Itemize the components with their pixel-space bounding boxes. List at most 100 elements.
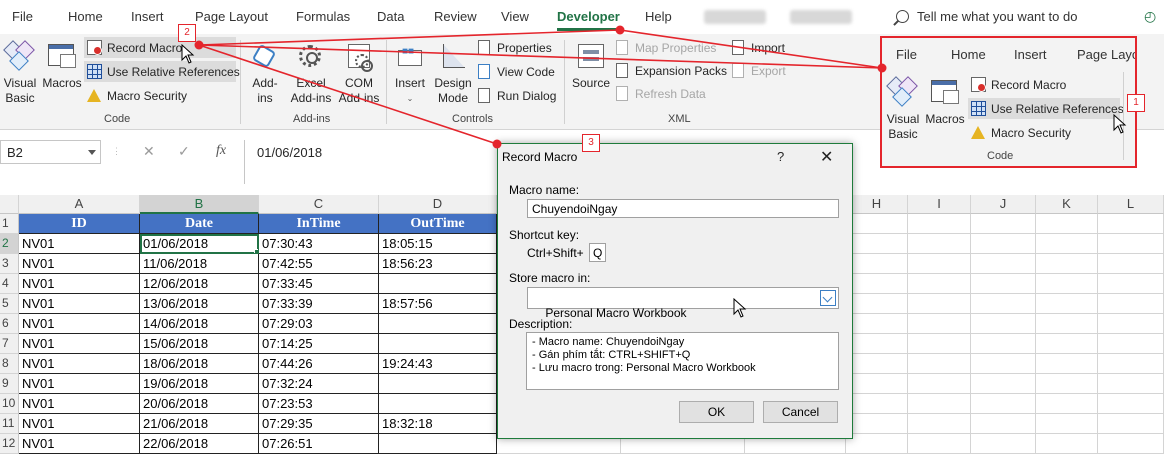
row-header[interactable]: 9	[0, 374, 19, 394]
table-cell[interactable]: NV01	[19, 334, 140, 354]
table-cell[interactable]: 18/06/2018	[140, 354, 259, 374]
table-cell[interactable]	[971, 314, 1036, 334]
table-cell[interactable]: 07:14:25	[259, 334, 379, 354]
table-cell[interactable]: 22/06/2018	[140, 434, 259, 454]
table-header-cell[interactable]: OutTime	[379, 214, 497, 234]
table-cell[interactable]: 15/06/2018	[140, 334, 259, 354]
table-cell[interactable]	[971, 374, 1036, 394]
row-header[interactable]: 1	[0, 214, 19, 234]
table-cell[interactable]	[971, 274, 1036, 294]
table-cell[interactable]: 07:33:39	[259, 294, 379, 314]
table-cell[interactable]	[1036, 354, 1098, 374]
table-cell[interactable]: NV01	[19, 234, 140, 254]
insert-function-icon[interactable]: fx	[216, 143, 226, 159]
tell-me-search[interactable]: Tell me what you want to do	[896, 9, 1077, 24]
table-cell[interactable]	[1098, 414, 1164, 434]
table-header-cell[interactable]: Date	[140, 214, 259, 234]
expansion-packs-button[interactable]: Expansion Packs	[612, 60, 731, 81]
table-cell[interactable]: 21/06/2018	[140, 414, 259, 434]
table-cell[interactable]	[971, 414, 1036, 434]
tab-view[interactable]: View	[501, 9, 529, 24]
table-cell[interactable]: NV01	[19, 354, 140, 374]
table-cell[interactable]	[846, 374, 908, 394]
table-cell[interactable]: NV01	[19, 394, 140, 414]
table-cell[interactable]	[1098, 374, 1164, 394]
tab-help[interactable]: Help	[645, 9, 672, 24]
column-header-d[interactable]: D	[379, 195, 497, 214]
row-header[interactable]: 12	[0, 434, 19, 454]
table-cell[interactable]	[908, 294, 971, 314]
column-header-i[interactable]: I	[908, 195, 971, 214]
table-cell[interactable]: NV01	[19, 414, 140, 434]
row-header[interactable]: 11	[0, 414, 19, 434]
table-cell[interactable]: 07:29:03	[259, 314, 379, 334]
table-cell[interactable]: 07:30:43	[259, 234, 379, 254]
table-cell[interactable]	[1036, 334, 1098, 354]
addins-button[interactable]: Add- ins	[248, 40, 282, 106]
tab-data[interactable]: Data	[377, 9, 404, 24]
design-mode-button[interactable]: Design Mode	[433, 40, 473, 106]
table-cell[interactable]	[971, 434, 1036, 454]
table-cell[interactable]: 18:05:15	[379, 234, 497, 254]
table-cell[interactable]	[1098, 394, 1164, 414]
table-cell[interactable]: NV01	[19, 254, 140, 274]
table-cell[interactable]: 18:56:23	[379, 254, 497, 274]
table-cell[interactable]	[908, 214, 971, 234]
table-cell[interactable]	[1036, 274, 1098, 294]
export-button[interactable]: Export	[728, 60, 790, 81]
table-cell[interactable]	[908, 414, 971, 434]
row-header[interactable]: 7	[0, 334, 19, 354]
table-cell[interactable]: NV01	[19, 314, 140, 334]
refresh-data-button[interactable]: Refresh Data	[612, 83, 710, 104]
column-header-k[interactable]: K	[1036, 195, 1098, 214]
run-dialog-button[interactable]: Run Dialog	[474, 85, 560, 106]
table-cell[interactable]: 19:24:43	[379, 354, 497, 374]
table-cell[interactable]	[1036, 434, 1098, 454]
table-cell[interactable]	[379, 434, 497, 454]
table-cell[interactable]	[908, 314, 971, 334]
table-header-cell[interactable]: InTime	[259, 214, 379, 234]
source-button[interactable]: Source	[571, 40, 611, 91]
table-cell[interactable]	[908, 374, 971, 394]
table-cell[interactable]	[1036, 294, 1098, 314]
table-cell[interactable]	[971, 214, 1036, 234]
ok-button[interactable]: OK	[679, 401, 754, 423]
active-cell[interactable]: 01/06/2018	[140, 234, 259, 254]
column-header-c[interactable]: C	[259, 195, 379, 214]
table-cell[interactable]	[1098, 274, 1164, 294]
help-icon[interactable]: ?	[777, 149, 784, 164]
com-addins-button[interactable]: COM Add-ins	[336, 40, 382, 106]
table-cell[interactable]	[908, 394, 971, 414]
column-header-b[interactable]: B	[140, 195, 259, 214]
tab-page-layout[interactable]: Page Layout	[195, 9, 268, 24]
chevron-down-icon[interactable]	[88, 150, 96, 155]
column-header-l[interactable]: L	[1098, 195, 1164, 214]
table-cell[interactable]: 11/06/2018	[140, 254, 259, 274]
table-cell[interactable]	[1036, 234, 1098, 254]
table-cell[interactable]: 07:32:24	[259, 374, 379, 394]
visual-basic-button[interactable]: Visual Basic	[3, 40, 37, 106]
table-cell[interactable]	[908, 274, 971, 294]
table-cell[interactable]: 19/06/2018	[140, 374, 259, 394]
table-cell[interactable]	[379, 374, 497, 394]
table-cell[interactable]	[1098, 334, 1164, 354]
table-cell[interactable]: 07:44:26	[259, 354, 379, 374]
column-header-a[interactable]: A	[19, 195, 140, 214]
table-cell[interactable]	[846, 294, 908, 314]
cancel-icon[interactable]: ✕	[143, 143, 155, 160]
tab-file[interactable]: File	[12, 9, 33, 24]
macros-button[interactable]: Macros	[42, 40, 82, 91]
table-cell[interactable]	[846, 234, 908, 254]
import-button[interactable]: Import	[728, 37, 789, 58]
table-cell[interactable]: 18:32:18	[379, 414, 497, 434]
tab-formulas[interactable]: Formulas	[296, 9, 350, 24]
row-header[interactable]: 4	[0, 274, 19, 294]
table-cell[interactable]: NV01	[19, 274, 140, 294]
table-cell[interactable]	[846, 214, 908, 234]
table-cell[interactable]	[1098, 214, 1164, 234]
table-cell[interactable]	[379, 334, 497, 354]
use-relative-references-button[interactable]: Use Relative References	[84, 61, 240, 82]
table-cell[interactable]	[971, 334, 1036, 354]
table-cell[interactable]	[1036, 394, 1098, 414]
row-header[interactable]: 10	[0, 394, 19, 414]
